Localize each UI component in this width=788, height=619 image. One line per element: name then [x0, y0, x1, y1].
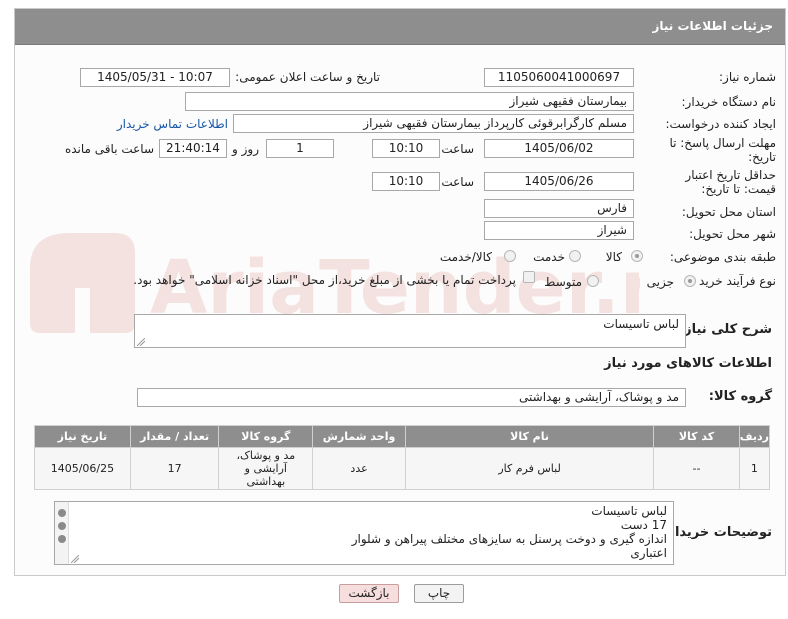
need-number-label: شماره نیاز: — [719, 70, 776, 84]
cell-code: -- — [653, 447, 740, 490]
cell-qty: 17 — [129, 447, 220, 490]
validity-time-field: 10:10 — [372, 172, 440, 191]
remaining-time-field: 21:40:14 — [159, 139, 227, 158]
goods-group-label: گروه کالا: — [708, 389, 772, 404]
treasury-payment-checkbox[interactable] — [523, 271, 535, 283]
buyer-notes-label: توضیحات خریدار: — [662, 525, 772, 540]
category-radio-goods[interactable] — [631, 250, 643, 262]
notes-line: اعتباری — [630, 546, 667, 560]
category-service-label: خدمت — [533, 250, 565, 264]
deadline-date-field: 1405/06/02 — [484, 139, 634, 158]
province-field: فارس — [484, 199, 634, 218]
goods-group-field: مد و پوشاک، آرایشی و بهداشتی — [137, 388, 686, 407]
scroll-thumb[interactable] — [58, 522, 66, 530]
treasury-payment-note: پرداخت تمام یا بخشی از مبلغ خرید،از محل … — [133, 273, 516, 287]
category-radio-goods-service[interactable] — [504, 250, 516, 262]
notes-line: 17 دست — [620, 518, 667, 532]
days-remaining-field: 1 — [266, 139, 334, 158]
cell-unit: عدد — [312, 447, 406, 490]
col-code: کد کالا — [653, 425, 740, 448]
process-label: نوع فرآیند خرید : — [691, 274, 776, 288]
col-group: گروه کالا — [218, 425, 314, 448]
goods-table: ردیف کد کالا نام کالا واحد شمارش گروه کا… — [34, 425, 771, 490]
category-goods-label: کالا — [605, 250, 622, 264]
min-validity-label: حداقل تاریخ اعتبار قیمت: تا تاریخ: — [685, 168, 776, 196]
buyer-org-field: بیمارستان فقیهی شیراز — [185, 92, 634, 111]
col-qty: تعداد / مقدار — [129, 425, 220, 448]
days-label: روز و — [232, 142, 259, 156]
buyer-notes-textarea[interactable]: لباس تاسیسات 17 دست اندازه گیری و دوخت پ… — [54, 501, 674, 565]
notes-line: لباس تاسیسات — [591, 504, 667, 518]
notes-scrollbar[interactable] — [55, 502, 69, 564]
buyer-notes-text: لباس تاسیسات 17 دست اندازه گیری و دوخت پ… — [352, 504, 667, 560]
panel-header: جزئیات اطلاعات نیاز — [15, 9, 785, 45]
description-label: شرح کلی نیاز: — [678, 322, 772, 337]
col-row: ردیف — [738, 425, 771, 448]
need-number-field: 1105060041000697 — [484, 68, 634, 87]
scroll-up-icon[interactable] — [58, 509, 66, 517]
process-minor-label: جزیی — [646, 275, 674, 289]
scroll-down-icon[interactable] — [58, 535, 66, 543]
back-button[interactable]: بازگشت — [339, 584, 399, 603]
process-radio-minor[interactable] — [684, 275, 696, 287]
table-row: 1 -- لباس فرم کار عدد مد و پوشاک، آرایشی… — [34, 447, 771, 490]
resize-grip-icon — [137, 338, 145, 346]
city-field: شیراز — [484, 221, 634, 240]
requester-label: ایجاد کننده درخواست: — [665, 117, 776, 131]
goods-section-title: اطلاعات کالاهای مورد نیاز — [604, 356, 772, 371]
validity-time-label: ساعت — [441, 175, 474, 189]
buyer-org-label: نام دستگاه خریدار: — [681, 95, 777, 109]
deadline-time-field: 10:10 — [372, 139, 440, 158]
col-name: نام کالا — [404, 425, 655, 448]
announce-label: تاریخ و ساعت اعلان عمومی: — [235, 70, 380, 84]
print-button[interactable]: چاپ — [414, 584, 464, 603]
process-medium-label: متوسط — [544, 275, 582, 289]
goods-table-header: ردیف کد کالا نام کالا واحد شمارش گروه کا… — [34, 425, 771, 448]
requester-field: مسلم کارگرابرقوئی کارپرداز بیمارستان فقی… — [233, 114, 634, 133]
process-radio-medium[interactable] — [587, 275, 599, 287]
category-label: طبقه بندی موضوعی: — [669, 250, 776, 264]
cell-name: لباس فرم کار — [404, 447, 655, 490]
resize-grip-icon — [71, 555, 79, 563]
cell-date: 1405/06/25 — [34, 447, 131, 490]
contact-info-link[interactable]: اطلاعات تماس خریدار — [117, 117, 228, 131]
announce-field: 1405/05/31 - 10:07 — [80, 68, 230, 87]
col-unit: واحد شمارش — [312, 425, 406, 448]
deadline-label: مهلت ارسال پاسخ: تا تاریخ: — [669, 136, 776, 164]
page-title: جزئیات اطلاعات نیاز — [652, 19, 773, 33]
description-text: لباس تاسیسات — [603, 317, 679, 331]
category-radio-service[interactable] — [569, 250, 581, 262]
province-label: استان محل تحویل: — [681, 205, 776, 219]
deadline-time-label: ساعت — [441, 142, 474, 156]
validity-date-field: 1405/06/26 — [484, 172, 634, 191]
city-label: شهر محل تحویل: — [689, 227, 776, 241]
cell-row: 1 — [738, 447, 771, 490]
category-goods-service-label: کالا/خدمت — [439, 250, 492, 264]
notes-line: اندازه گیری و دوخت پرسنل به سایزهای مختل… — [351, 532, 667, 546]
col-date: تاریخ نیاز — [34, 425, 131, 448]
cell-group: مد و پوشاک، آرایشی و بهداشتی — [218, 447, 314, 490]
description-textarea[interactable]: لباس تاسیسات — [134, 314, 686, 348]
remaining-label: ساعت باقی مانده — [64, 142, 154, 156]
